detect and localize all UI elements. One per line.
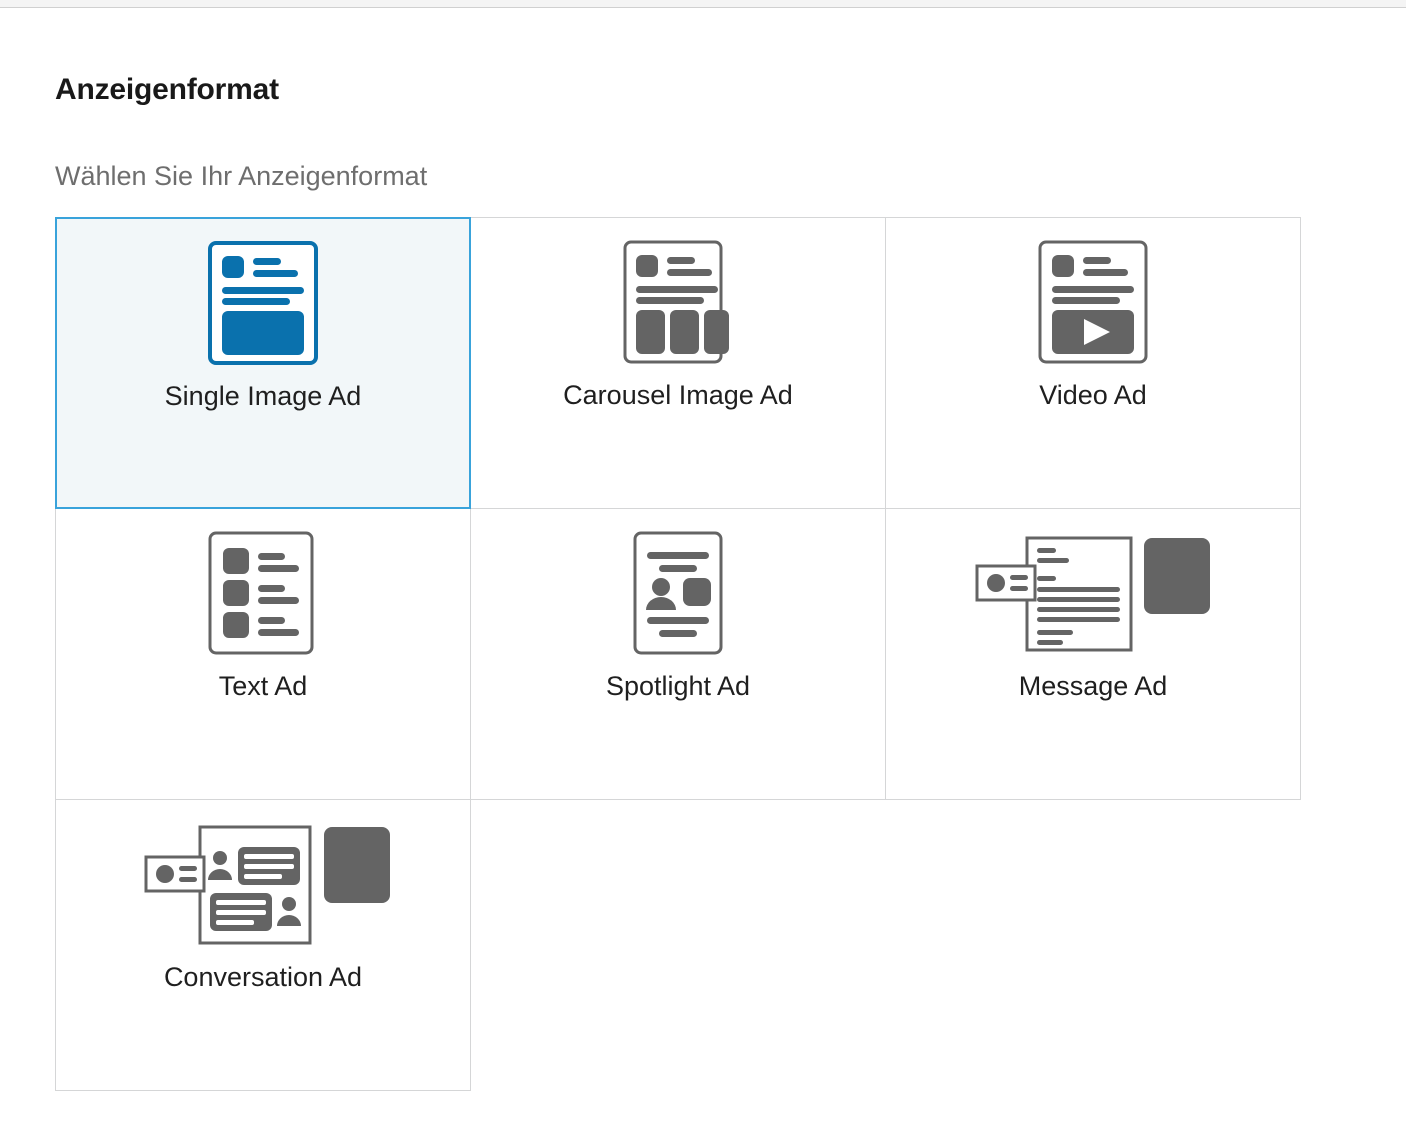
ad-format-card-carousel-image-ad[interactable]: Carousel Image Ad xyxy=(470,217,886,509)
ad-format-card-spotlight-ad[interactable]: Spotlight Ad xyxy=(470,508,886,800)
ad-format-label: Text Ad xyxy=(218,671,308,701)
carousel-image-ad-icon xyxy=(471,218,885,386)
ad-format-grid: Single Image Ad Carousel Image Ad Video … xyxy=(55,217,1303,1091)
ad-format-label: Carousel Image Ad xyxy=(563,380,793,410)
ad-format-label: Single Image Ad xyxy=(164,381,362,411)
ad-format-card-text-ad[interactable]: Text Ad xyxy=(55,508,471,800)
text-ad-icon xyxy=(56,509,470,677)
browser-top-strip xyxy=(0,0,1406,8)
ad-format-card-single-image-ad[interactable]: Single Image Ad xyxy=(55,217,471,509)
ad-format-label: Conversation Ad xyxy=(163,962,363,992)
message-ad-icon xyxy=(886,509,1300,677)
ad-format-card-video-ad[interactable]: Video Ad xyxy=(885,217,1301,509)
ad-format-card-message-ad[interactable]: Message Ad xyxy=(885,508,1301,800)
ad-format-label: Message Ad xyxy=(1018,671,1168,701)
conversation-ad-icon xyxy=(56,800,470,968)
page-subtitle: Wählen Sie Ihr Anzeigenformat xyxy=(55,161,428,191)
spotlight-ad-icon xyxy=(471,509,885,677)
video-ad-icon xyxy=(886,218,1300,386)
ad-format-card-conversation-ad[interactable]: Conversation Ad xyxy=(55,799,471,1091)
ad-format-label: Spotlight Ad xyxy=(605,671,751,701)
page-title: Anzeigenformat xyxy=(55,73,279,106)
single-image-ad-icon xyxy=(57,219,469,387)
ad-format-label: Video Ad xyxy=(1039,380,1147,410)
